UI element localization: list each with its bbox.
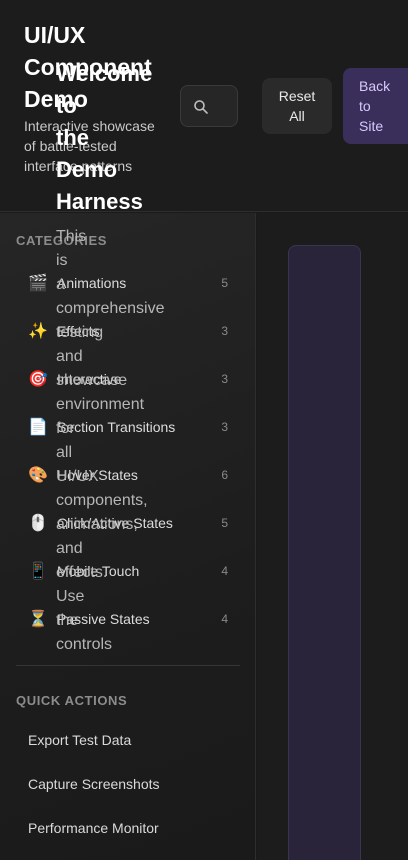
welcome-body-line: and <box>56 348 83 365</box>
back-to-site-button[interactable]: Back to Site <box>343 68 408 144</box>
search-button[interactable] <box>180 85 238 127</box>
welcome-body-line: This <box>56 228 87 245</box>
welcome-title: Welcome to the Demo Harness <box>56 58 153 218</box>
welcome-body-line: animations, <box>56 516 138 533</box>
welcome-body-line: components, <box>56 492 148 509</box>
welcome-body-line: all <box>56 444 73 461</box>
clapperboard-icon: 🎬 <box>28 275 48 292</box>
quick-action-export-test-data[interactable]: Export Test Data <box>28 732 131 748</box>
welcome-body-line: controls <box>56 636 113 653</box>
search-icon <box>194 100 208 114</box>
mobile-phone-icon: 📱 <box>28 563 48 580</box>
welcome-body-line: is <box>56 252 68 269</box>
sidebar-divider <box>16 665 240 666</box>
quick-action-capture-screenshots[interactable]: Capture Screenshots <box>28 776 160 792</box>
welcome-body-line: showcase <box>56 372 128 389</box>
welcome-body: This is a comprehensive testing and showcase en… <box>56 225 165 657</box>
welcome-body-line: and <box>56 540 83 557</box>
sidebar-item-count: 5 <box>221 276 228 290</box>
welcome-body-line: UI/UX <box>56 468 99 485</box>
document-icon: 📄 <box>28 419 48 436</box>
welcome-title-line: Harness <box>56 189 143 214</box>
sidebar-item-count: 5 <box>221 516 228 530</box>
sidebar-item-count: 3 <box>221 420 228 434</box>
welcome-body-line: a <box>56 276 65 293</box>
welcome-body-line: for <box>56 420 75 437</box>
welcome-body-line: environment <box>56 396 145 413</box>
reset-all-button[interactable]: Reset All <box>262 78 332 134</box>
sparkles-icon: ✨ <box>28 323 48 340</box>
welcome-card <box>288 245 361 860</box>
quick-action-performance-monitor[interactable]: Performance Monitor <box>28 820 159 836</box>
welcome-title-line: to <box>56 93 77 118</box>
hourglass-icon: ⏳ <box>28 611 48 628</box>
welcome-body-line: the <box>56 612 79 629</box>
target-icon: 🎯 <box>28 371 48 388</box>
sidebar-item-count: 4 <box>221 612 228 626</box>
welcome-body-line: testing <box>56 324 104 341</box>
sidebar-item-count: 3 <box>221 324 228 338</box>
welcome-title-line: the <box>56 125 89 150</box>
sidebar-item-count: 3 <box>221 372 228 386</box>
welcome-body-line: effects. <box>56 564 108 581</box>
welcome-body-line: Use <box>56 588 85 605</box>
main-content <box>257 213 408 860</box>
quick-actions-heading: QUICK ACTIONS <box>16 693 128 708</box>
mouse-icon: 🖱️ <box>28 515 48 532</box>
welcome-body-line: comprehensive <box>56 300 165 317</box>
welcome-title-line: Welcome <box>56 61 153 86</box>
palette-icon: 🎨 <box>28 467 48 484</box>
sidebar-item-count: 6 <box>221 468 228 482</box>
sidebar-item-count: 4 <box>221 564 228 578</box>
welcome-title-line: Demo <box>56 157 118 182</box>
